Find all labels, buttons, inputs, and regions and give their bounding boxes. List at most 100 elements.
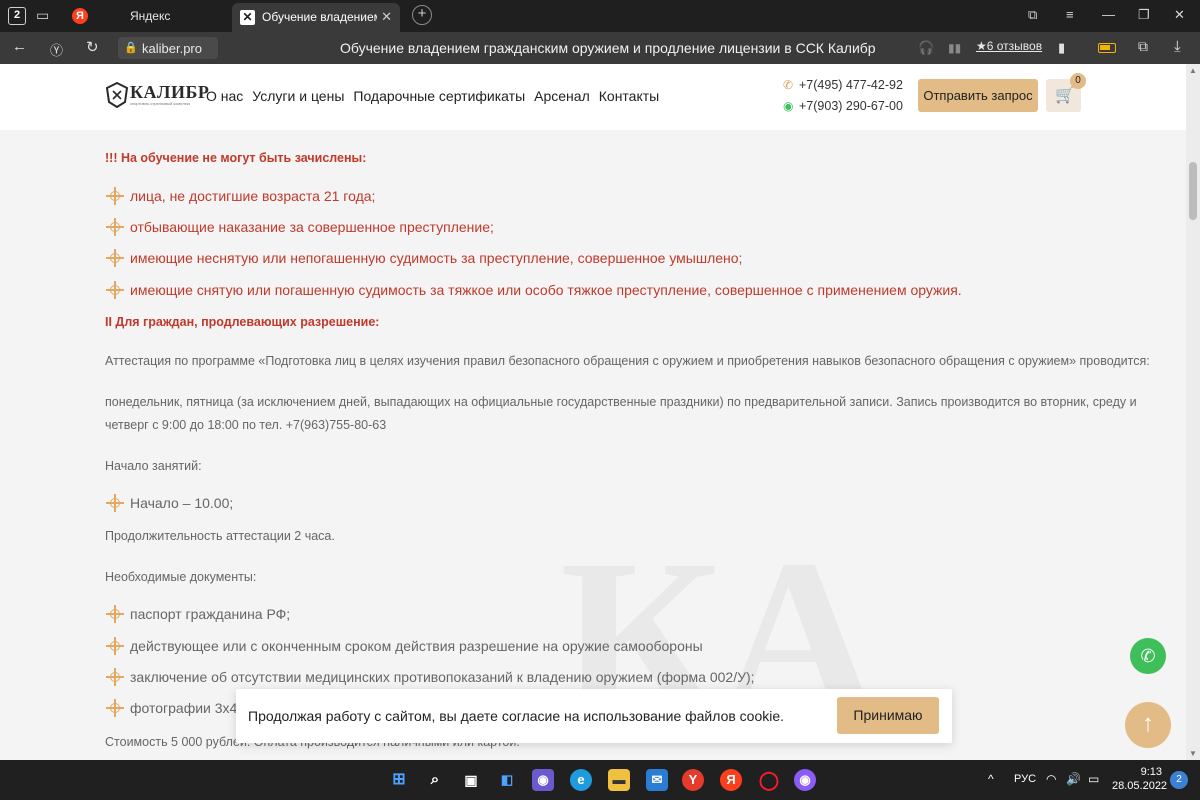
wifi-icon[interactable]: ◠ xyxy=(1046,772,1056,786)
close-tab-icon[interactable]: ✕ xyxy=(381,9,392,25)
reviews-link[interactable]: ★6 отзывов xyxy=(976,39,1042,53)
minimize-icon[interactable]: — xyxy=(1102,7,1115,22)
lock-icon: 🔒 xyxy=(124,42,138,54)
yandex-tab-favicon: Я xyxy=(72,8,88,24)
language-indicator[interactable]: РУС xyxy=(1014,773,1036,785)
close-window-icon[interactable]: ✕ xyxy=(1174,7,1185,23)
url-text: kaliber.pro xyxy=(142,41,202,56)
cart-count-badge: 0 xyxy=(1070,73,1086,89)
scroll-up-icon[interactable]: ▲ xyxy=(1189,66,1197,75)
attestation-text: Аттестация по программе «Подготовка лиц … xyxy=(105,354,1150,368)
list-item: лица, не достигшие возраста 21 года; xyxy=(106,187,375,205)
windows-taskbar: ⊞ ⌕ ▣ ◧ ◉ e ▬ ✉ Y Я ◯ ◉ ^ РУС ◠ 🔊 ▭ 9:13… xyxy=(0,760,1200,800)
cookie-accept-button[interactable]: Принимаю xyxy=(837,697,939,734)
cookie-banner: Продолжая работу с сайтом, вы даете согл… xyxy=(236,689,952,743)
maximize-icon[interactable]: ❐ xyxy=(1138,7,1150,23)
volume-icon[interactable]: 🔊 xyxy=(1066,772,1081,786)
task-view-icon[interactable]: ▣ xyxy=(460,769,482,791)
send-request-button[interactable]: Отправить запрос xyxy=(918,79,1038,112)
tab-yandex[interactable]: Яндекс xyxy=(130,9,170,23)
nav-contacts[interactable]: Контакты xyxy=(599,88,659,104)
schedule-line-1: понедельник, пятница (за исключением дне… xyxy=(105,395,1137,409)
clock-time: 9:13 xyxy=(1140,766,1162,778)
page-title: Обучение владением гражданским оружием и… xyxy=(340,40,876,56)
crosshair-bullet-icon xyxy=(106,605,124,623)
address-bar: ← Ⓨ ↻ 🔒 kaliber.pro Обучение владением г… xyxy=(0,32,1200,64)
nav-about[interactable]: О нас xyxy=(206,88,243,104)
new-group-icon[interactable]: ▭ xyxy=(36,7,49,24)
opera-icon[interactable]: ◯ xyxy=(758,769,780,791)
crosshair-bullet-icon xyxy=(106,281,124,299)
scrollbar-thumb[interactable] xyxy=(1189,162,1197,220)
list-item: имеющие неснятую или непогашенную судимо… xyxy=(106,249,742,267)
windows-start-icon[interactable]: ⊞ xyxy=(388,769,410,791)
explorer-icon[interactable]: ▬ xyxy=(608,769,630,791)
whatsapp-button[interactable]: ✆ xyxy=(1130,638,1166,674)
main-nav: О нас Услуги и цены Подарочные сертифика… xyxy=(206,88,659,104)
phone-icon: ✆ xyxy=(783,78,794,92)
crosshair-bullet-icon xyxy=(106,699,124,717)
start-label: Начало занятий: xyxy=(105,459,202,473)
tray-chevron-icon[interactable]: ^ xyxy=(988,772,994,786)
cookie-text: Продолжая работу с сайтом, вы даете согл… xyxy=(248,708,785,724)
page-scrollbar[interactable]: ▲ ▼ xyxy=(1186,64,1200,760)
phone-1-number: +7(495) 477-42-92 xyxy=(799,78,903,92)
widgets-icon[interactable]: ◧ xyxy=(496,769,518,791)
arrow-up-icon: ↑ xyxy=(1142,710,1154,737)
bookmark-icon[interactable]: ▮ xyxy=(1058,40,1065,56)
logo-text[interactable]: КАЛИБР xyxy=(130,82,209,103)
tab-active-label: Обучение владением г xyxy=(262,10,377,24)
scroll-down-icon[interactable]: ▼ xyxy=(1189,749,1197,758)
list-item: действующее или с оконченным сроком дейс… xyxy=(106,637,703,655)
search-icon[interactable]: ⌕ xyxy=(424,769,446,791)
crosshair-bullet-icon xyxy=(106,218,124,236)
yandex-icon[interactable]: Ⓨ xyxy=(50,40,63,59)
phone-1[interactable]: ✆ +7(495) 477-42-92 xyxy=(783,78,903,92)
download-icon[interactable]: ⤓ xyxy=(1174,38,1181,55)
alice-icon[interactable]: ◉ xyxy=(794,769,816,791)
docs-label: Необходимые документы: xyxy=(105,570,257,584)
url-field[interactable]: 🔒 kaliber.pro xyxy=(118,37,218,59)
tab-count-badge[interactable]: 2 xyxy=(8,7,26,25)
nav-services[interactable]: Услуги и цены xyxy=(252,88,344,104)
list-item: паспорт гражданина РФ; xyxy=(106,605,290,623)
clock-date: 28.05.2022 xyxy=(1112,780,1168,792)
headphones-icon[interactable]: 🎧 xyxy=(918,40,934,56)
battery-tray-icon[interactable]: ▭ xyxy=(1088,772,1099,786)
whatsapp-small-icon: ◉ xyxy=(783,99,794,113)
renewal-heading: II Для граждан, продлевающих разрешение: xyxy=(105,315,380,329)
mail-icon[interactable]: ✉ xyxy=(646,769,668,791)
menu-icon[interactable]: ≡ xyxy=(1066,7,1074,22)
clock[interactable]: 9:13 28.05.2022 xyxy=(1112,765,1168,793)
phone-2-number: +7(903) 290-67-00 xyxy=(799,99,903,113)
yandex-icon[interactable]: Я xyxy=(720,769,742,791)
nav-arsenal[interactable]: Арсенал xyxy=(534,88,590,104)
bookmarks-panel-icon[interactable]: ⧉ xyxy=(1028,7,1037,23)
edge-icon[interactable]: e xyxy=(570,769,592,791)
whatsapp-icon: ✆ xyxy=(1140,646,1156,666)
reload-icon[interactable]: ↻ xyxy=(86,38,99,56)
logo-shield-icon[interactable] xyxy=(106,82,128,108)
yandex-browser-icon[interactable]: Y xyxy=(682,769,704,791)
new-tab-button[interactable]: + xyxy=(412,5,432,25)
schedule-line-2: четверг с 9:00 до 18:00 по тел. +7(963)7… xyxy=(105,418,387,432)
list-item: заключение об отсутствии медицинских про… xyxy=(106,668,755,686)
notification-badge[interactable]: 2 xyxy=(1170,771,1188,789)
list-item: отбывающие наказание за совершенное прес… xyxy=(106,218,494,236)
duration-text: Продолжительность аттестации 2 часа. xyxy=(105,529,335,543)
crosshair-bullet-icon xyxy=(106,187,124,205)
tab-active[interactable]: ✕ Обучение владением г ✕ xyxy=(232,3,400,32)
list-item: имеющие снятую или погашенную судимость … xyxy=(106,281,962,299)
nav-gift-certificates[interactable]: Подарочные сертификаты xyxy=(353,88,525,104)
browser-tab-strip: 2 ▭ Я Яндекс ✕ Обучение владением г ✕ + … xyxy=(0,0,1200,32)
signal-icon: ▮▮ xyxy=(948,41,962,55)
cart-icon: 🛒 xyxy=(1055,87,1075,104)
chat-icon[interactable]: ◉ xyxy=(532,769,554,791)
list-item: Начало – 10.00; xyxy=(106,494,233,512)
back-icon[interactable]: ← xyxy=(12,38,27,55)
share-icon[interactable]: ⧉ xyxy=(1138,38,1148,55)
not-enrolled-heading: !!! На обучение не могут быть зачислены: xyxy=(105,151,367,165)
list-item: фотографии 3х4 xyxy=(106,699,237,717)
scroll-top-button[interactable]: ↑ xyxy=(1125,702,1171,748)
phone-2[interactable]: ◉ +7(903) 290-67-00 xyxy=(783,99,903,113)
